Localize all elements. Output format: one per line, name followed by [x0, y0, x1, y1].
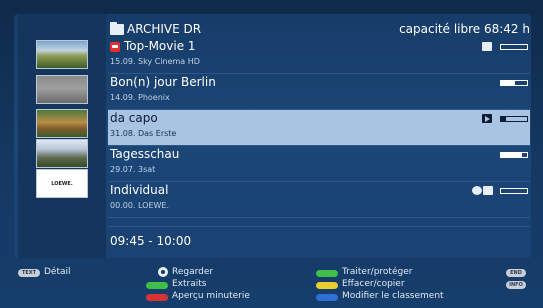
end-key-icon[interactable]: END — [506, 269, 526, 277]
green-button-icon — [146, 282, 168, 289]
play-icon — [482, 114, 492, 123]
recording-title: Top-Movie 1 — [124, 39, 196, 53]
watch-label[interactable]: Regarder — [172, 267, 213, 277]
timer-icon — [472, 186, 482, 195]
yellow-button-icon — [316, 282, 338, 289]
recording-title: Individual — [110, 183, 169, 197]
info-key-icon[interactable]: INFO — [506, 281, 526, 289]
recording-title: Bon(n) jour Berlin — [110, 75, 216, 89]
progress-bar — [500, 152, 528, 158]
thumbnail-tagesschau[interactable] — [36, 139, 88, 168]
extracts-label[interactable]: Extraits — [172, 279, 206, 289]
ok-button-icon — [158, 267, 168, 277]
recording-date-channel: 00.00. LOEWE. — [110, 201, 170, 210]
text-key-icon: TEXT — [18, 269, 40, 277]
thumbnail-individual[interactable]: LOEWE. — [36, 169, 88, 198]
thumbnail-da-capo[interactable] — [36, 109, 88, 138]
progress-bar — [500, 44, 528, 50]
delete-copy-label[interactable]: Effacer/copier — [342, 279, 405, 289]
archive-title: ARCHIVE DR — [127, 22, 202, 36]
lock-icon — [110, 42, 120, 52]
progress-bar — [500, 80, 528, 86]
recording-list: Top-Movie 1 15.09. Sky Cinema HD Bon(n) … — [108, 38, 530, 218]
free-capacity: capacité libre 68:42 h — [399, 22, 530, 36]
footer-legend: TEXT Détail Regarder Extraits Aperçu min… — [0, 262, 543, 308]
detail-label[interactable]: Détail — [44, 267, 71, 277]
blue-button-icon — [316, 294, 338, 301]
archive-screen: LOEWE. ARCHIVE DR capacité libre 68:42 h… — [0, 0, 543, 308]
progress-bar — [500, 188, 528, 194]
recording-row[interactable]: Bon(n) jour Berlin 14.09. Phoenix — [108, 74, 530, 110]
recording-title: da capo — [110, 111, 158, 125]
recording-date-channel: 31.08. Das Erste — [110, 129, 177, 138]
recording-date-channel: 15.09. Sky Cinema HD — [110, 57, 200, 66]
red-button-icon — [146, 294, 168, 301]
edit-protect-label[interactable]: Traiter/protéger — [342, 267, 412, 277]
thumbnail-top-movie[interactable] — [36, 40, 88, 69]
thumbnail-bonjour-berlin[interactable] — [36, 75, 88, 104]
recording-title: Tagesschau — [110, 147, 180, 161]
recording-date-channel: 29.07. 3sat — [110, 165, 156, 174]
camera-icon — [483, 186, 493, 195]
key-icon — [482, 42, 492, 51]
time-range: 09:45 - 10:00 — [110, 234, 192, 248]
archive-folder-icon — [110, 22, 124, 35]
archive-header: ARCHIVE DR capacité libre 68:42 h — [110, 21, 530, 39]
recording-row-selected[interactable]: da capo 31.08. Das Erste — [108, 110, 530, 146]
recording-date-channel: 14.09. Phoenix — [110, 93, 170, 102]
progress-bar — [500, 116, 528, 122]
divider — [108, 226, 530, 227]
recording-row[interactable]: Tagesschau 29.07. 3sat — [108, 146, 530, 182]
timer-preview-label[interactable]: Aperçu minuterie — [172, 291, 250, 301]
loewe-logo: LOEWE. — [51, 181, 73, 187]
change-sort-label[interactable]: Modifier le classement — [342, 291, 444, 301]
green-button-icon — [316, 270, 338, 277]
recording-row[interactable]: Top-Movie 1 15.09. Sky Cinema HD — [108, 38, 530, 74]
recording-row[interactable]: Individual 00.00. LOEWE. — [108, 182, 530, 218]
